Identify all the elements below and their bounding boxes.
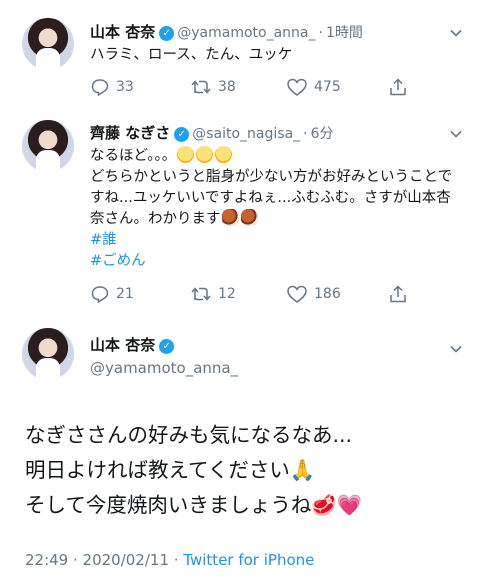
- tweet-line: 明日よければ教えてください: [25, 458, 290, 482]
- handle[interactable]: @yamamoto_anna_: [90, 359, 238, 377]
- chevron-down-icon[interactable]: [448, 25, 464, 41]
- tweet-yamamoto-1[interactable]: 山本 杏奈 ✓ @yamamoto_anna_ · 1時間 ハラミ、ロース、たん、ユッケ…: [0, 0, 480, 108]
- monocle-face-emoji: [215, 146, 233, 163]
- retweet-count: 12: [218, 286, 236, 302]
- avatar[interactable]: [22, 18, 74, 70]
- display-name[interactable]: 齊藤 なぎさ: [90, 124, 170, 142]
- handle[interactable]: @saito_nagisa_: [192, 126, 300, 142]
- reply-icon: [91, 286, 109, 304]
- avatar[interactable]: [22, 120, 74, 172]
- share-icon: [390, 78, 406, 96]
- retweet-icon: [191, 80, 211, 94]
- meat-emoji: 🥩: [311, 493, 337, 517]
- reply-icon: [91, 79, 109, 97]
- share-button[interactable]: [388, 77, 414, 97]
- hashtag[interactable]: #誰: [90, 230, 465, 251]
- verified-icon: ✓: [159, 26, 175, 41]
- reply-count: 21: [116, 286, 134, 302]
- hashtag[interactable]: #ごめん: [90, 251, 465, 272]
- display-name[interactable]: 山本 杏奈: [90, 23, 155, 41]
- tweet-line: なるほど。。。: [90, 148, 177, 164]
- chevron-down-icon[interactable]: [448, 126, 464, 142]
- like-icon: [287, 78, 307, 96]
- tweet-line: なぎささんの好みも気になるなあ...: [25, 423, 353, 447]
- verified-icon: ✓: [159, 339, 175, 354]
- heart-emoji: 💗: [336, 493, 363, 517]
- like-button[interactable]: 186: [286, 284, 341, 304]
- tweet-focused: 山本 杏奈 ✓ @yamamoto_anna_ なぎささんの好みも気になるなあ..…: [0, 314, 480, 582]
- tweet-text: なぎささんの好みも気になるなあ... 明日よければ教えてください🙏 そして今度焼…: [25, 418, 362, 523]
- monocle-face-emoji: [196, 146, 214, 163]
- tweet-text: ハラミ、ロース、たん、ユッケ: [90, 47, 293, 63]
- meat-emoji: [240, 209, 258, 226]
- reply-button[interactable]: 33: [90, 77, 134, 97]
- reply-button[interactable]: 21: [90, 284, 134, 304]
- tweet-saito[interactable]: 齊藤 なぎさ ✓ @saito_nagisa_ · 6分 なるほど。。。 どちらかという…: [0, 108, 480, 314]
- meat-emoji: [221, 209, 239, 226]
- separator: ·: [318, 25, 323, 41]
- tweet-actions: 21 12 186: [90, 284, 430, 306]
- separator: ·: [303, 126, 308, 142]
- display-name[interactable]: 山本 杏奈: [90, 336, 155, 354]
- handle[interactable]: @yamamoto_anna_: [177, 25, 315, 41]
- tweet-meta: 22:49 · 2020/02/11 · Twitter for iPhone: [25, 551, 314, 569]
- tweet-text: なるほど。。。 どちらかというと脂身が少ない方がお好みということですね...ユッ…: [90, 146, 465, 272]
- retweet-button[interactable]: 12: [190, 284, 236, 304]
- like-count: 475: [314, 79, 341, 95]
- retweet-count: 38: [218, 79, 236, 95]
- monocle-face-emoji: [177, 146, 195, 163]
- retweet-button[interactable]: 38: [190, 77, 236, 97]
- like-icon: [287, 285, 307, 303]
- folded-hands-emoji: 🙏: [289, 458, 316, 482]
- like-button[interactable]: 475: [286, 77, 341, 97]
- tweet-header: 齊藤 なぎさ ✓ @saito_nagisa_ · 6分: [90, 122, 334, 143]
- avatar[interactable]: [22, 328, 74, 380]
- tweet-date[interactable]: 22:49 · 2020/02/11 ·: [25, 551, 179, 569]
- tweet-line: そして今度焼肉いきましょうね: [25, 493, 312, 517]
- chevron-down-icon[interactable]: [448, 341, 464, 357]
- share-icon: [390, 285, 406, 303]
- retweet-icon: [191, 287, 211, 301]
- display-name-row: 山本 杏奈 ✓: [90, 334, 175, 355]
- share-button[interactable]: [388, 284, 414, 304]
- timestamp[interactable]: 1時間: [326, 25, 363, 41]
- tweet-header: 山本 杏奈 ✓ @yamamoto_anna_ · 1時間: [90, 21, 363, 42]
- tweet-source[interactable]: Twitter for iPhone: [183, 551, 314, 569]
- reply-count: 33: [116, 79, 134, 95]
- timestamp[interactable]: 6分: [311, 126, 334, 142]
- tweet-actions: 33 38 475: [90, 77, 430, 99]
- like-count: 186: [314, 286, 341, 302]
- tweet-line: どちらかというと脂身が少ない方がお好みということですね...ユッケいいですよねぇ…: [90, 169, 453, 227]
- verified-icon: ✓: [174, 127, 190, 142]
